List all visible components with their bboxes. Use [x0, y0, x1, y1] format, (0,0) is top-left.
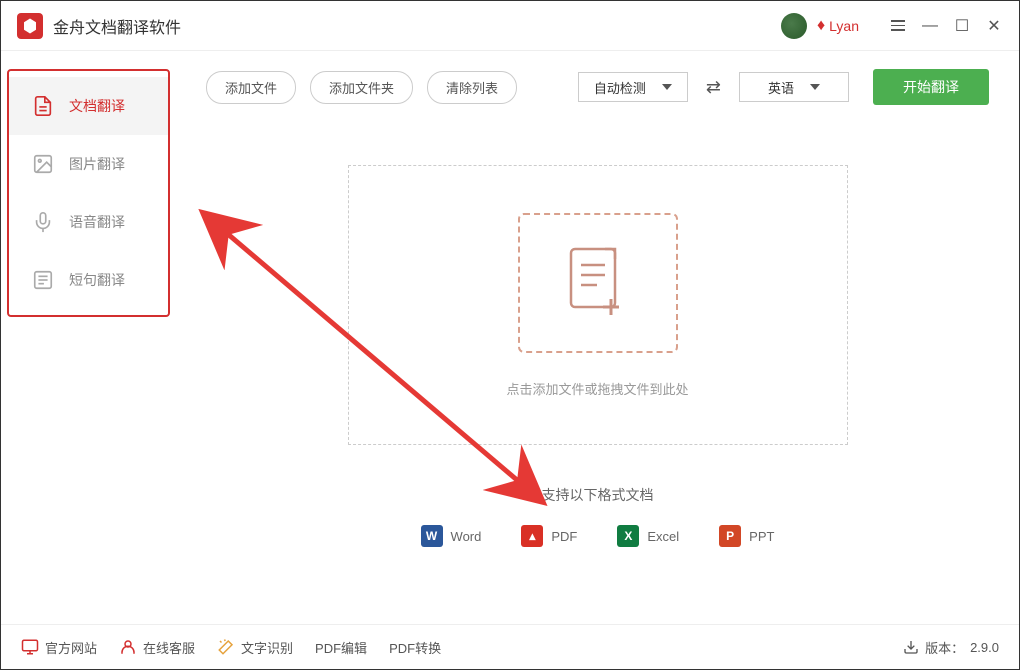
- pdf-convert-link[interactable]: PDF转换: [389, 638, 441, 657]
- download-icon: [903, 639, 919, 655]
- sidebar-item-image-translate[interactable]: 图片翻译: [9, 135, 168, 193]
- document-add-icon: [563, 243, 633, 323]
- formats-title: 支持以下格式文档: [206, 485, 989, 505]
- sidebar-highlight-box: 文档翻译 图片翻译 语音翻译: [7, 69, 170, 317]
- sidebar-item-label: 语音翻译: [69, 212, 125, 232]
- headset-icon: [119, 638, 137, 656]
- document-icon: [31, 94, 55, 118]
- microphone-icon: [31, 210, 55, 234]
- format-ppt: PPPT: [719, 525, 774, 547]
- sidebar-item-label: 短句翻译: [69, 270, 125, 290]
- close-button[interactable]: ✕: [985, 17, 1003, 35]
- text-lines-icon: [31, 268, 55, 292]
- titlebar: 金舟文档翻译软件 ♦ Lyan — ☐ ✕: [1, 1, 1019, 51]
- pdf-icon: ▴: [521, 525, 543, 547]
- app-logo-icon: [17, 13, 43, 39]
- dropzone-inner: [518, 213, 678, 353]
- sidebar-item-voice-translate[interactable]: 语音翻译: [9, 193, 168, 251]
- format-pdf: ▴PDF: [521, 525, 577, 547]
- ppt-icon: P: [719, 525, 741, 547]
- avatar[interactable]: [781, 13, 807, 39]
- maximize-button[interactable]: ☐: [953, 17, 971, 35]
- pdf-edit-link[interactable]: PDF编辑: [315, 638, 367, 657]
- sidebar: 文档翻译 图片翻译 语音翻译: [1, 51, 176, 624]
- ocr-link[interactable]: 文字识别: [217, 638, 293, 657]
- clear-list-button[interactable]: 清除列表: [427, 71, 517, 104]
- toolbar: 添加文件 添加文件夹 清除列表 自动检测 ⇄ 英语 开始翻译: [206, 69, 989, 105]
- app-title: 金舟文档翻译软件: [53, 14, 181, 38]
- word-icon: W: [421, 525, 443, 547]
- target-language-select[interactable]: 英语: [739, 72, 849, 102]
- version-info: 版本： 2.9.0: [903, 638, 999, 657]
- format-excel: XExcel: [617, 525, 679, 547]
- start-translate-button[interactable]: 开始翻译: [873, 69, 989, 105]
- diamond-icon: ♦: [817, 17, 825, 35]
- online-service-link[interactable]: 在线客服: [119, 638, 195, 657]
- user-badge[interactable]: ♦ Lyan: [817, 17, 859, 35]
- sidebar-item-doc-translate[interactable]: 文档翻译: [9, 77, 168, 135]
- dropzone[interactable]: 点击添加文件或拖拽文件到此处: [348, 165, 848, 445]
- monitor-icon: [21, 638, 39, 656]
- sidebar-item-label: 图片翻译: [69, 154, 125, 174]
- add-file-button[interactable]: 添加文件: [206, 71, 296, 104]
- formats-list: WWord ▴PDF XExcel PPPT: [206, 525, 989, 547]
- sidebar-item-label: 文档翻译: [69, 96, 125, 116]
- minimize-button[interactable]: —: [921, 17, 939, 35]
- format-word: WWord: [421, 525, 482, 547]
- excel-icon: X: [617, 525, 639, 547]
- add-folder-button[interactable]: 添加文件夹: [310, 71, 413, 104]
- wand-icon: [217, 638, 235, 656]
- image-icon: [31, 152, 55, 176]
- dropzone-hint: 点击添加文件或拖拽文件到此处: [506, 379, 688, 398]
- user-name: Lyan: [829, 18, 859, 34]
- swap-languages-button[interactable]: ⇄: [702, 77, 725, 98]
- official-site-link[interactable]: 官方网站: [21, 638, 97, 657]
- source-language-select[interactable]: 自动检测: [578, 72, 688, 102]
- sidebar-item-sentence-translate[interactable]: 短句翻译: [9, 251, 168, 309]
- app-window: 金舟文档翻译软件 ♦ Lyan — ☐ ✕ 文档翻译: [0, 0, 1020, 670]
- main-area: 添加文件 添加文件夹 清除列表 自动检测 ⇄ 英语 开始翻译: [176, 51, 1019, 624]
- menu-button[interactable]: [889, 17, 907, 35]
- footer: 官方网站 在线客服 文字识别 PDF编辑 PDF转换 版本： 2.9.0: [1, 624, 1019, 669]
